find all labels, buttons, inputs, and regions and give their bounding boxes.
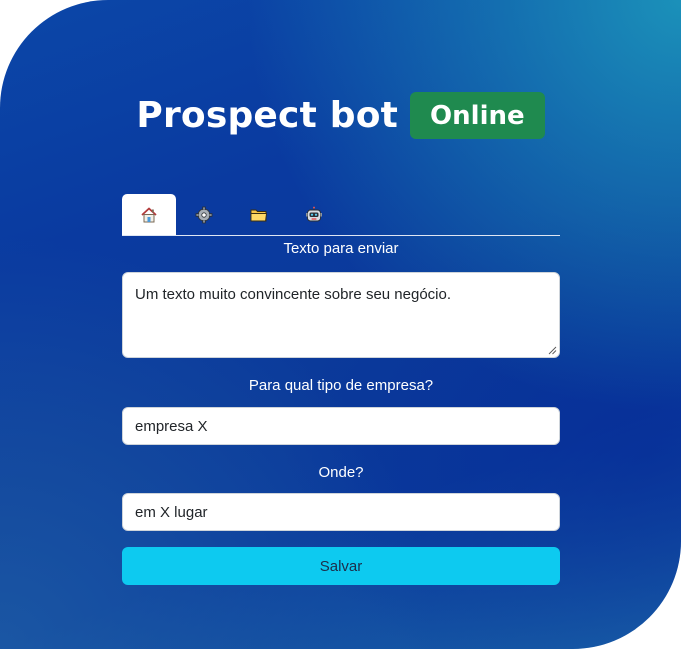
- folder-icon: [250, 209, 268, 221]
- tab-bar: [122, 194, 560, 236]
- gear-icon: [195, 206, 213, 223]
- company-type-input[interactable]: empresa X: [122, 407, 560, 445]
- page-title: Prospect bot: [136, 95, 399, 136]
- house-icon: [141, 207, 157, 222]
- save-button[interactable]: Salvar: [122, 547, 560, 585]
- location-label: Onde?: [318, 464, 364, 481]
- resize-grip-icon[interactable]: [548, 346, 557, 355]
- tab-files[interactable]: [232, 194, 286, 235]
- robot-icon: [306, 206, 322, 221]
- tab-bot[interactable]: [287, 194, 341, 235]
- message-textarea[interactable]: Um texto muito convincente sobre seu neg…: [122, 272, 560, 358]
- company-type-value: empresa X: [135, 417, 208, 435]
- message-label: Texto para enviar: [283, 240, 399, 257]
- tab-home[interactable]: [122, 194, 176, 235]
- message-text: Um texto muito convincente sobre seu neg…: [135, 286, 452, 303]
- company-type-label: Para qual tipo de empresa?: [248, 377, 434, 394]
- location-input[interactable]: em X lugar: [122, 493, 560, 531]
- main-card: Prospect bot Online Texto para enviar Um…: [0, 0, 681, 649]
- status-badge: Online: [410, 92, 545, 139]
- settings-form: Texto para enviar Um texto muito convinc…: [122, 194, 560, 585]
- tab-settings[interactable]: [177, 194, 231, 235]
- header: Prospect bot Online: [0, 92, 681, 139]
- location-value: em X lugar: [135, 503, 208, 521]
